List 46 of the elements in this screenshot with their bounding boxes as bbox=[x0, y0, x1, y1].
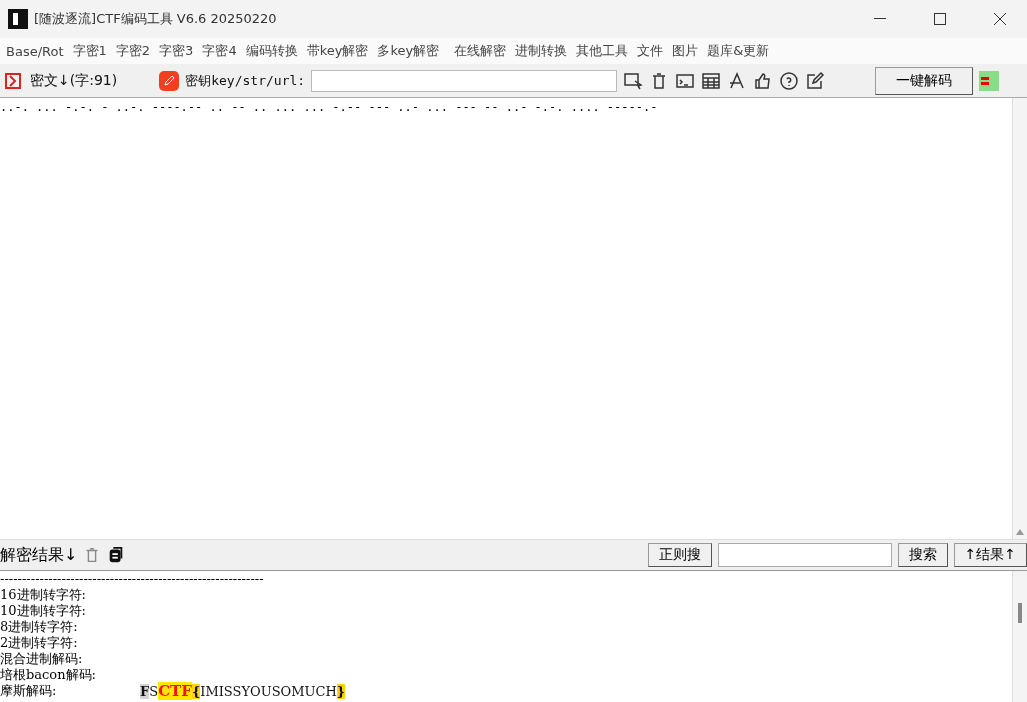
app-logo-icon bbox=[8, 9, 28, 29]
decode-button[interactable]: 一键解码 bbox=[875, 66, 974, 95]
menu-item[interactable]: 在线解密 bbox=[454, 42, 516, 60]
result-label: 8进制转字符: bbox=[0, 619, 79, 635]
ciphertext: ..-. ... -.-. - ..-. ----.-- .. -- .. ... ... -.-- --- ..- ... --- -- ..- -.-. .... -----.- bbox=[0, 100, 658, 114]
result-label: 2进制转字符: bbox=[0, 635, 79, 651]
menu-item[interactable]: 字密4 bbox=[202, 42, 246, 60]
cursor-select-icon[interactable] bbox=[623, 70, 644, 91]
table-icon[interactable] bbox=[701, 70, 722, 91]
search-field[interactable] bbox=[717, 543, 892, 567]
pencil-icon[interactable] bbox=[159, 70, 180, 91]
edit-icon[interactable] bbox=[805, 70, 826, 91]
result-value: FSCTF{IMISSYOUSOMUCH} bbox=[140, 683, 346, 700]
menu-item[interactable]: 文件 bbox=[637, 42, 673, 60]
result-label: 16进制转字符: bbox=[0, 587, 87, 603]
minimize-icon[interactable] bbox=[874, 18, 886, 20]
menu-item[interactable]: 图片 bbox=[672, 42, 708, 60]
menu-item[interactable]: 进制转换 bbox=[515, 42, 577, 60]
result-label: 10进制转字符: bbox=[0, 603, 87, 619]
menu-item[interactable]: 编码转换 bbox=[245, 42, 307, 60]
menu-item[interactable]: 字密2 bbox=[115, 42, 160, 60]
import-icon[interactable] bbox=[4, 70, 24, 91]
result-label: 混合进制解码: bbox=[0, 651, 84, 667]
close-icon[interactable] bbox=[994, 13, 1006, 25]
ciphertext-label: 密文↓(字:91) bbox=[30, 71, 118, 90]
scroll-arrow-icon[interactable] bbox=[1016, 529, 1024, 535]
search-button[interactable]: 搜索 bbox=[897, 543, 948, 567]
separator-line: ------------------------------------------------------------ bbox=[0, 571, 264, 587]
result-label: 解密结果↓ bbox=[0, 544, 78, 566]
result-label: 摩斯解码: bbox=[0, 683, 58, 700]
help-icon[interactable] bbox=[779, 70, 800, 91]
menu-item[interactable]: 带key解密 bbox=[306, 42, 378, 60]
maximize-icon[interactable] bbox=[934, 13, 946, 25]
key-field[interactable] bbox=[311, 69, 618, 92]
window-title: [随波逐流]CTF编码工具 V6.6 20250220 bbox=[34, 10, 278, 28]
results-button[interactable]: ↑结果↑ bbox=[953, 543, 1027, 567]
result-label: 培根bacon解码: bbox=[0, 667, 97, 683]
menu-item[interactable]: 字密3 bbox=[159, 42, 203, 60]
menu-item[interactable]: 字密1 bbox=[72, 42, 116, 60]
status-icon bbox=[979, 70, 1000, 91]
menu-item[interactable]: 题库&更新 bbox=[707, 42, 779, 60]
menu-item[interactable]: 多key解密 bbox=[377, 42, 449, 60]
menu-item[interactable]: 其他工具 bbox=[576, 42, 638, 60]
regex-search-button[interactable]: 正则搜 bbox=[647, 543, 712, 567]
menu-item[interactable]: Base/Rot bbox=[6, 43, 73, 59]
key-label: 密钥key/str/url: bbox=[185, 71, 306, 90]
